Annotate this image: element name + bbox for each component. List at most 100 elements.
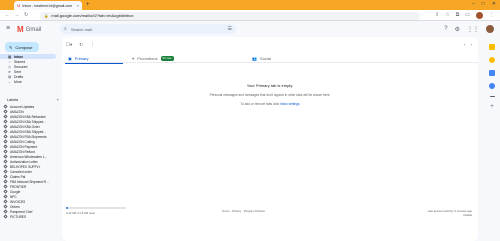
label-tag-icon — [3, 154, 8, 159]
extensions-icon[interactable]: ⧉ — [456, 12, 460, 18]
tab-social[interactable]: 👥 Social — [246, 53, 310, 63]
gmail-favicon-icon: M — [17, 3, 21, 8]
storage-bar — [66, 207, 126, 209]
pager: ‹ › — [464, 42, 472, 47]
label-tag-icon — [3, 189, 8, 194]
account-avatar[interactable] — [486, 25, 494, 33]
new-badge: 50 new — [160, 55, 174, 61]
more-options-icon[interactable]: ⋮ — [90, 42, 95, 48]
new-tab-icon[interactable]: + — [86, 2, 90, 8]
primary-inbox-icon: ▣ — [68, 55, 72, 61]
label-tag-icon — [3, 114, 8, 119]
search-options-icon[interactable]: ☰ — [228, 26, 232, 32]
profile-avatar[interactable] — [476, 11, 483, 19]
footer: 0.42 GB of 15 GB used — [66, 207, 474, 215]
storage-text: 0.42 GB of 15 GB used — [66, 210, 95, 215]
label-tag-icon — [3, 209, 8, 214]
labels-header: Labels + — [7, 98, 59, 102]
label-text: INVOICES — [10, 199, 26, 204]
label-text: Canceled order — [10, 169, 32, 174]
label-text: FRONTIER — [10, 184, 27, 189]
label-tag-icon — [3, 169, 8, 174]
label-text: American Wholesalers L... — [10, 154, 48, 159]
refresh-icon[interactable]: ↻ — [79, 42, 83, 48]
inbox-settings-link[interactable]: inbox settings — [280, 102, 300, 106]
label-tag-icon — [3, 199, 8, 204]
bookmark-star-icon[interactable]: ☆ — [445, 12, 449, 18]
address-bar-row: ← → ↻ 🔒 mail.google.com/mail/u/0/?tab=rm… — [0, 10, 500, 21]
label-tag-icon — [3, 184, 8, 189]
sidebar-nav: ▣ Inbox ☆ Starred ◷ Snoozed ➤ Sent ▤ Drafts ⌄… — [0, 54, 62, 84]
sidepanel-icon[interactable]: ▭ — [465, 12, 470, 18]
url-field[interactable]: 🔒 mail.google.com/mail/u/0/?tab=rm&ogbl#… — [40, 11, 420, 20]
reload-icon[interactable]: ↻ — [24, 12, 28, 18]
contacts-icon[interactable] — [489, 83, 495, 89]
select-checkbox[interactable]: ☐▾ — [66, 42, 72, 48]
lock-icon: 🔒 — [44, 13, 49, 18]
keep-icon[interactable] — [489, 57, 495, 63]
tasks-icon[interactable] — [489, 70, 495, 76]
tab-promotions[interactable]: ⌖ Promotions 50 new — [126, 53, 246, 63]
share-icon[interactable]: ⇪ — [435, 12, 439, 18]
search-icon[interactable]: ⌕ — [64, 26, 67, 32]
sidebar-item-more[interactable]: ⌄ More — [0, 79, 62, 84]
label-tag-icon — [3, 164, 8, 169]
add-addon-icon[interactable]: + — [489, 104, 495, 110]
newer-icon[interactable]: › — [471, 42, 473, 47]
label-text: Claims Pal — [10, 174, 26, 179]
gmail-m-icon: M — [17, 25, 24, 34]
close-window-icon[interactable]: ✕ — [492, 1, 496, 7]
main-menu-icon[interactable]: ≡ — [6, 25, 10, 32]
category-tabs: ▣ Primary ⌖ Promotions 50 new 👥 Social — [62, 53, 478, 64]
inbox-icon: ▣ — [8, 54, 12, 59]
search-bar[interactable]: ⌕ Search mail ☰ — [60, 24, 236, 34]
browser-menu-icon[interactable]: ⋮ — [489, 12, 494, 18]
empty-description: Personal messages and messages that don'… — [209, 93, 331, 97]
label-text: NPC — [10, 194, 17, 199]
details-link[interactable]: Details — [428, 213, 472, 217]
label-text: AMAZON Refund — [10, 149, 35, 154]
label-text: AMAZON KBA Refunded — [10, 114, 46, 119]
maximize-icon[interactable]: □ — [482, 1, 485, 7]
browser-extensions: ⇪ ☆ ⧉ ▭ ⋮ — [435, 11, 494, 19]
tab-primary[interactable]: ▣ Primary — [62, 53, 126, 64]
footer-links[interactable]: Terms · Privacy · Program Policies — [222, 209, 265, 213]
calendar-icon[interactable] — [489, 44, 495, 50]
send-icon: ➤ — [8, 69, 11, 74]
apps-grid-icon[interactable]: ⋮⋮ — [467, 26, 479, 33]
older-icon[interactable]: ‹ — [464, 42, 466, 47]
label-tag-icon — [3, 149, 8, 154]
compose-button[interactable]: ✎ Compose — [5, 42, 39, 52]
label-tag-icon — [3, 174, 8, 179]
empty-title: Your Primary tab is empty. — [246, 83, 294, 88]
label-text: Orders — [10, 204, 20, 209]
labels-title: Labels — [7, 98, 19, 102]
label-tag-icon — [3, 134, 8, 139]
chevron-down-icon: ⌄ — [8, 79, 11, 84]
back-icon[interactable]: ← — [5, 12, 10, 18]
label-text: AMAZON KBA Shipped... — [10, 129, 46, 134]
label-tag-icon — [3, 214, 8, 219]
labels-list: Account Updates AMAZON AMAZON KBA Refunded… — [0, 104, 62, 219]
minimize-icon[interactable]: – — [472, 1, 475, 7]
list-toolbar: ☐▾ ↻ ⋮ — [66, 42, 95, 48]
settings-gear-icon[interactable]: ⚙ — [455, 26, 460, 33]
label-text: BELHOPEX SUPPLY — [10, 164, 41, 169]
search-input[interactable]: Search mail — [71, 27, 224, 32]
label-text: FBA Inbound Shipment R... — [10, 179, 49, 184]
side-panel: + — [484, 37, 500, 241]
browser-tab[interactable]: M Inbox - bestberd.hl@gmail.com × — [14, 1, 82, 10]
people-icon: 👥 — [252, 55, 257, 61]
close-tab-icon[interactable]: × — [77, 3, 79, 8]
label-text: AMAZON Payment — [10, 144, 38, 149]
support-icon[interactable]: ? — [444, 26, 447, 32]
label-text: Authorization Letter — [10, 159, 38, 164]
label-tag-icon — [3, 124, 8, 129]
label-text: AMAZON KBA Order — [10, 124, 40, 129]
gmail-logo[interactable]: M Gmail — [17, 25, 41, 34]
label-item[interactable]: PICTURES — [0, 214, 62, 219]
add-label-icon[interactable]: + — [57, 98, 59, 102]
forward-icon[interactable]: → — [14, 12, 19, 18]
tab-title: Inbox - bestberd.hl@gmail.com — [22, 3, 73, 8]
clock-icon: ◷ — [8, 64, 11, 69]
